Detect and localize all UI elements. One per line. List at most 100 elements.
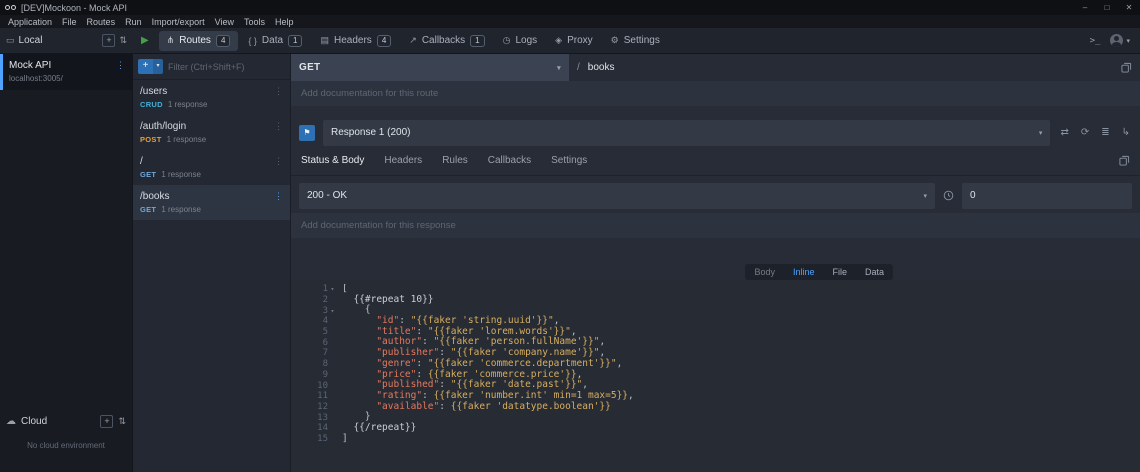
route-editor-panel: GET ▾ / ⚑ Response 1 (200) ▾ ⇄ ⟳ ≣ bbox=[291, 54, 1140, 472]
environment-menu-icon[interactable]: ⋮ bbox=[116, 60, 125, 71]
tab-proxy[interactable]: ◈ Proxy bbox=[547, 31, 600, 50]
routes-column: + ▾ /users⋮CRUD1 response/auth/login⋮POS… bbox=[133, 54, 291, 472]
body-editor[interactable]: 1▾23▾456789101112131415 [ {{#repeat 10}}… bbox=[291, 280, 1140, 472]
tab-settings[interactable]: ⚙Settings bbox=[603, 31, 668, 50]
latency-input[interactable] bbox=[962, 183, 1132, 209]
status-row: 200 - OK ▾ bbox=[291, 182, 1140, 209]
body-mode-inline[interactable]: Inline bbox=[784, 264, 824, 280]
line-number: 13 bbox=[291, 412, 337, 423]
response-tab-rules[interactable]: Rules bbox=[442, 155, 468, 166]
response-doc-input[interactable] bbox=[291, 213, 1140, 238]
body-mode-data[interactable]: Data bbox=[856, 264, 893, 280]
tab-callbacks[interactable]: ↗Callbacks1 bbox=[401, 31, 492, 51]
chevron-down-icon: ▾ bbox=[1031, 129, 1043, 137]
toolbar: ▭ Local + ⇅ ▶ ⋔Routes4{ }Data1▤Headers4↗… bbox=[0, 28, 1140, 54]
body-mode-body[interactable]: Body bbox=[745, 264, 784, 280]
code-line: {{#repeat 10}} bbox=[342, 295, 1140, 306]
close-button[interactable]: ✕ bbox=[1118, 0, 1140, 15]
response-tab-status-body[interactable]: Status & Body bbox=[301, 155, 364, 166]
monitor-icon: ▭ bbox=[6, 35, 15, 46]
route-response-count: 1 response bbox=[167, 135, 207, 144]
route-item-books[interactable]: /books⋮GET1 response bbox=[133, 185, 290, 220]
route-method: GET bbox=[140, 170, 156, 179]
tab-headers[interactable]: ▤Headers4 bbox=[312, 31, 399, 51]
response-tab-settings[interactable]: Settings bbox=[551, 155, 587, 166]
routes-header: + ▾ bbox=[133, 54, 290, 80]
code-line: {{/repeat}} bbox=[342, 423, 1140, 434]
route-menu-icon[interactable]: ⋮ bbox=[274, 86, 283, 97]
line-number: 4 bbox=[291, 316, 337, 327]
app-body: Mock API ⋮ localhost:3005/ ☁ Cloud + ⇅ N… bbox=[0, 54, 1140, 472]
add-cloud-environment-button[interactable]: + bbox=[100, 415, 113, 428]
commands-icon[interactable]: >_ bbox=[1090, 36, 1101, 46]
line-number: 9 bbox=[291, 370, 337, 381]
route-path: /books bbox=[140, 191, 169, 202]
sequential-response-icon[interactable]: ⟳ bbox=[1079, 127, 1091, 138]
body-mode-toggle: BodyInlineFileData bbox=[745, 264, 893, 280]
route-path-input[interactable] bbox=[588, 62, 1113, 73]
menu-run[interactable]: Run bbox=[120, 17, 147, 27]
editor-code[interactable]: [ {{#repeat 10}} { "id": "{{faker 'strin… bbox=[337, 284, 1140, 472]
environment-name: Mock API bbox=[9, 60, 51, 71]
route-menu-icon[interactable]: ⋮ bbox=[274, 121, 283, 132]
menu-import-export[interactable]: Import/export bbox=[147, 17, 210, 27]
method-select[interactable]: GET ▾ bbox=[291, 54, 569, 81]
tab-routes[interactable]: ⋔Routes4 bbox=[159, 31, 239, 51]
environment-item-mock-api[interactable]: Mock API ⋮ localhost:3005/ bbox=[0, 54, 132, 90]
start-server-button[interactable]: ▶ bbox=[133, 35, 159, 46]
route-response-count: 1 response bbox=[161, 205, 201, 214]
environment-url: localhost:3005/ bbox=[9, 74, 125, 83]
copy-body-icon[interactable] bbox=[1119, 155, 1130, 166]
response-tab-headers[interactable]: Headers bbox=[384, 155, 422, 166]
method-value: GET bbox=[299, 62, 320, 73]
cloud-header: ☁ Cloud + ⇅ bbox=[0, 409, 132, 433]
route-menu-icon[interactable]: ⋮ bbox=[274, 156, 283, 167]
disable-rules-icon[interactable]: ≣ bbox=[1099, 127, 1111, 138]
response-select[interactable]: Response 1 (200) ▾ bbox=[323, 120, 1050, 146]
toolbar-right: >_ ▾ bbox=[1090, 34, 1140, 47]
maximize-button[interactable]: □ bbox=[1096, 0, 1118, 15]
default-response-flag-button[interactable]: ⚑ bbox=[299, 125, 315, 141]
avatar-icon bbox=[1110, 34, 1123, 47]
menu-application[interactable]: Application bbox=[3, 17, 57, 27]
body-mode-row: BodyInlineFileData bbox=[291, 264, 1140, 280]
account-menu-button[interactable]: ▾ bbox=[1110, 34, 1130, 47]
route-menu-icon[interactable]: ⋮ bbox=[274, 191, 283, 202]
code-line: [ bbox=[342, 284, 1140, 295]
add-local-environment-button[interactable]: + bbox=[102, 34, 115, 47]
response-tab-callbacks[interactable]: Callbacks bbox=[488, 155, 531, 166]
menu-help[interactable]: Help bbox=[270, 17, 299, 27]
fallback-response-icon[interactable]: ↳ bbox=[1120, 127, 1132, 138]
line-number: 11 bbox=[291, 391, 337, 402]
duplicate-route-icon[interactable] bbox=[1121, 62, 1132, 73]
menu-view[interactable]: View bbox=[210, 17, 239, 27]
tab-logs[interactable]: ◷Logs bbox=[495, 31, 546, 50]
collapse-cloud-icon[interactable]: ⇅ bbox=[118, 416, 126, 427]
routes-icon: ⋔ bbox=[167, 35, 175, 46]
menu-routes[interactable]: Routes bbox=[82, 17, 121, 27]
random-response-icon[interactable]: ⇄ bbox=[1058, 127, 1070, 138]
chevron-down-icon: ▾ bbox=[549, 64, 561, 72]
code-line: "available": {{faker 'datatype.boolean'}… bbox=[342, 402, 1140, 413]
body-mode-file[interactable]: File bbox=[823, 264, 856, 280]
menu-tools[interactable]: Tools bbox=[239, 17, 270, 27]
route-item-users[interactable]: /users⋮CRUD1 response bbox=[133, 80, 290, 115]
menu-file[interactable]: File bbox=[57, 17, 82, 27]
routes-filter-input[interactable] bbox=[168, 62, 285, 72]
minimize-button[interactable]: – bbox=[1074, 0, 1096, 15]
route-item-auth-login[interactable]: /auth/login⋮POST1 response bbox=[133, 115, 290, 150]
window-title: [DEV]Mockoon - Mock API bbox=[21, 3, 127, 13]
settings-icon: ⚙ bbox=[611, 35, 619, 46]
collapse-local-icon[interactable]: ⇅ bbox=[119, 35, 127, 46]
status-code-select[interactable]: 200 - OK ▾ bbox=[299, 183, 935, 209]
proxy-icon: ◈ bbox=[555, 35, 562, 46]
fold-icon: ▾ bbox=[328, 285, 337, 293]
tab-data[interactable]: { }Data1 bbox=[240, 31, 310, 51]
tab-badge: 4 bbox=[377, 35, 391, 47]
tab-label: Proxy bbox=[567, 35, 593, 46]
line-number: 3▾ bbox=[291, 305, 337, 316]
add-route-button[interactable]: + ▾ bbox=[138, 59, 163, 74]
route-doc-input[interactable] bbox=[291, 81, 1140, 106]
cloud-icon: ☁ bbox=[6, 416, 16, 427]
route-item-root[interactable]: /⋮GET1 response bbox=[133, 150, 290, 185]
